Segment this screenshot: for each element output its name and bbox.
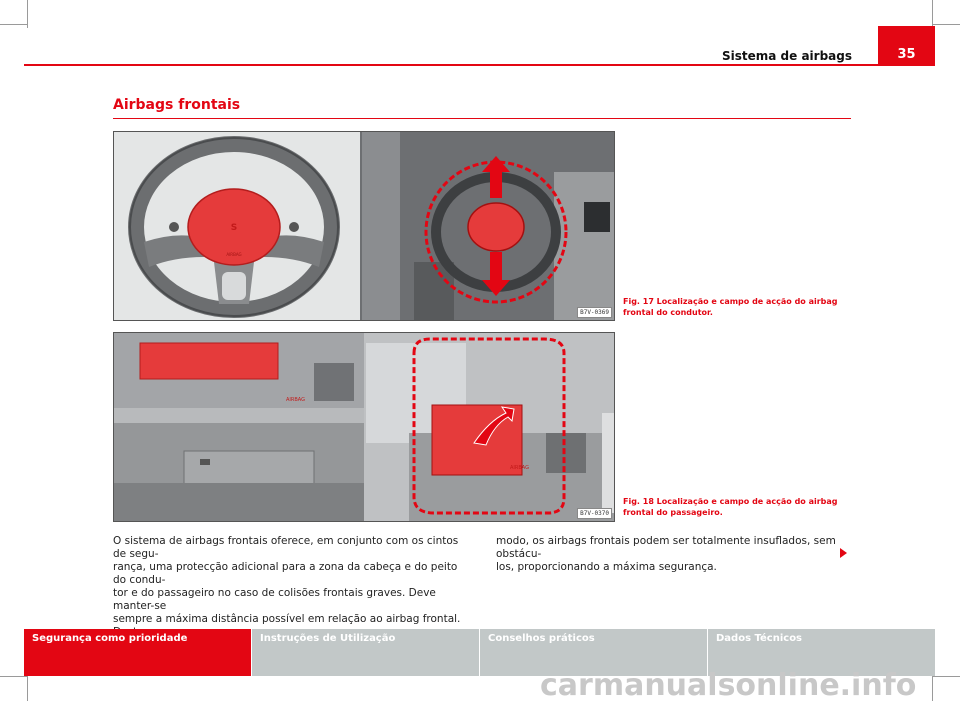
body-column-2: modo, os airbags frontais podem ser tota… bbox=[496, 535, 846, 574]
figure-code: B7V-0369 bbox=[577, 307, 612, 318]
airbag-label-2: AIRBAG bbox=[510, 465, 529, 471]
watermark: carmanualsonline.info bbox=[540, 668, 917, 703]
body-line: tor e do passageiro no caso de colisões … bbox=[113, 587, 436, 612]
crop-mark bbox=[932, 673, 933, 701]
page-number: 35 bbox=[878, 26, 935, 66]
body-line: rança, uma protecção adicional para a zo… bbox=[113, 561, 458, 586]
passenger-airbag-illustration: AIRBAG AIRBAG bbox=[114, 333, 614, 521]
section-title: Airbags frontais bbox=[113, 97, 241, 113]
svg-text:S: S bbox=[231, 223, 237, 233]
continue-arrow-icon bbox=[840, 548, 847, 558]
crop-mark bbox=[0, 676, 28, 677]
crop-mark bbox=[0, 24, 28, 25]
crop-mark bbox=[27, 0, 28, 28]
crop-mark bbox=[932, 24, 960, 25]
tab-instrucoes[interactable]: Instruções de Utilização bbox=[252, 629, 479, 676]
airbag-label: AIRBAG bbox=[286, 397, 305, 403]
crop-mark bbox=[932, 0, 933, 28]
figure-caption: Fig. 17 Localização e campo de acção do … bbox=[623, 297, 838, 317]
svg-text:AIRBAG: AIRBAG bbox=[226, 252, 241, 257]
figure-passenger-airbag: AIRBAG AIRBAG B7V-0370 bbox=[113, 332, 615, 522]
section-rule bbox=[113, 118, 851, 119]
figure-code: B7V-0370 bbox=[577, 508, 612, 519]
crop-mark bbox=[27, 673, 28, 701]
running-title: Sistema de airbags bbox=[721, 49, 852, 63]
body-line: los, proporcionando a máxima segurança. bbox=[496, 561, 717, 573]
crop-mark bbox=[932, 676, 960, 677]
body-line: O sistema de airbags frontais oferece, e… bbox=[113, 535, 459, 560]
tab-seguranca[interactable]: Segurança como prioridade bbox=[24, 629, 251, 676]
body-line: modo, os airbags frontais podem ser tota… bbox=[496, 535, 836, 560]
driver-airbag-illustration: S AIRBAG bbox=[114, 132, 614, 320]
figure-driver-airbag: S AIRBAG B7V-0369 bbox=[113, 131, 615, 321]
body-column-1: O sistema de airbags frontais oferece, e… bbox=[113, 535, 473, 639]
figure-caption: Fig. 18 Localização e campo de acção do … bbox=[623, 497, 838, 517]
header-rule bbox=[24, 64, 935, 66]
